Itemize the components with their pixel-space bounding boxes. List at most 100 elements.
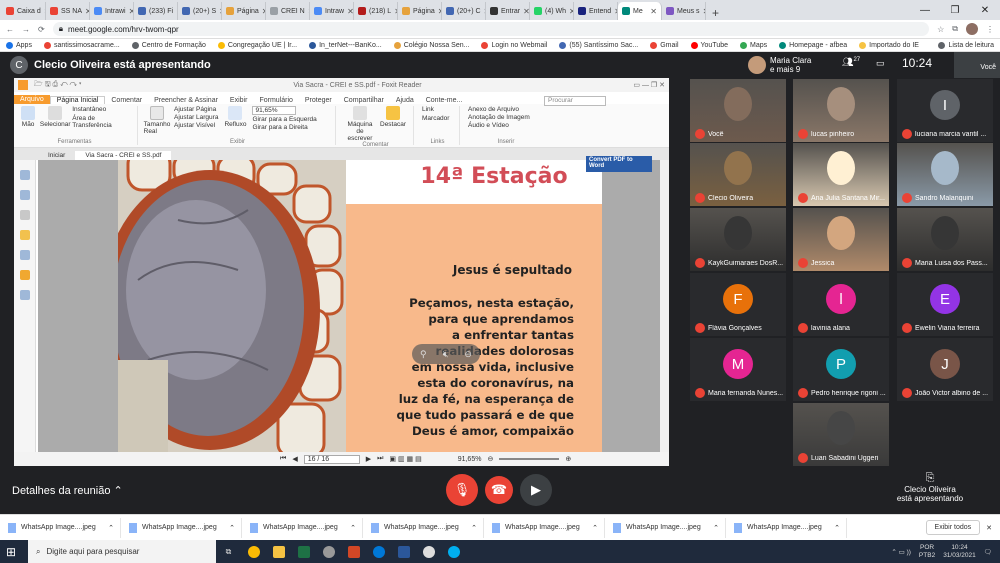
notification-icon[interactable]: 🗨︎ bbox=[984, 548, 992, 556]
presenter-status[interactable]: ⎘ Clecio Oliveira está apresentando bbox=[880, 472, 980, 503]
reload-icon[interactable]: ⟳ bbox=[38, 25, 45, 34]
participant-tile[interactable]: Jessica bbox=[793, 208, 889, 271]
zoom-field[interactable]: 91,65% bbox=[252, 106, 297, 115]
nav-first-icon[interactable]: ⏮ bbox=[280, 455, 286, 463]
pages-panel-icon[interactable] bbox=[19, 190, 30, 200]
chevron-up-icon[interactable]: ⌃ bbox=[471, 524, 477, 532]
app-icon[interactable] bbox=[416, 540, 441, 563]
pdf-doc-tab[interactable]: Via Sacra - CREI e SS.pdf bbox=[75, 151, 172, 160]
pdf-menu-item[interactable]: Exibir bbox=[224, 97, 254, 104]
extension-icon[interactable]: ⧉ bbox=[952, 24, 958, 34]
pdf-menu-item[interactable]: Ajuda bbox=[390, 97, 420, 104]
meeting-details-button[interactable]: Detalhes da reunião ⌃ bbox=[12, 484, 123, 497]
chevron-up-icon[interactable]: ⌃ bbox=[229, 524, 235, 532]
participant-tile[interactable]: Iluciana marcia vantil ... bbox=[897, 79, 993, 142]
participant-tile[interactable]: Clecio Oliveira bbox=[690, 143, 786, 206]
windows-start-icon[interactable]: ⊞ bbox=[6, 545, 20, 559]
pdf-scrollbar[interactable] bbox=[660, 160, 669, 452]
pdf-menu-item[interactable]: Compartilhar bbox=[338, 97, 390, 104]
bookmark-item[interactable]: santissimosacrame... bbox=[43, 41, 120, 49]
participant-tile[interactable]: J João Victor albino de ... bbox=[897, 338, 993, 401]
taskbar-search[interactable]: ⌕ Digite aqui para pesquisar bbox=[28, 540, 216, 563]
pdf-menu-item[interactable]: Página Inicial bbox=[49, 96, 106, 104]
participant-tile[interactable]: Maria Luisa dos Pass... bbox=[897, 208, 993, 271]
mic-toggle-button[interactable]: 🎙︎ bbox=[446, 474, 478, 506]
bookmark-item[interactable]: Congregação UE | Ir... bbox=[217, 41, 297, 49]
forward-icon[interactable]: → bbox=[22, 25, 30, 34]
download-item[interactable]: WhatsApp Image....jpeg ⌃ bbox=[121, 517, 242, 538]
hand-tool[interactable]: Mão bbox=[18, 106, 38, 129]
participant-tile[interactable]: Você bbox=[690, 79, 786, 142]
audio-video-button[interactable]: Áudio e Vídeo bbox=[468, 122, 544, 129]
participant-tile[interactable]: F Flávia Gonçalves bbox=[690, 273, 786, 336]
pdf-menu-item[interactable]: Arquivo bbox=[14, 95, 50, 104]
edge-icon[interactable] bbox=[366, 540, 391, 563]
bookmark-item[interactable]: (55) Santíssimo Sac... bbox=[559, 41, 638, 49]
security-panel-icon[interactable] bbox=[19, 270, 30, 280]
media-icon[interactable] bbox=[316, 540, 341, 563]
chevron-up-icon[interactable]: ⌃ bbox=[350, 524, 356, 532]
profile-avatar[interactable] bbox=[966, 23, 978, 35]
chevron-up-icon[interactable]: ⌃ bbox=[108, 524, 114, 532]
zoom-slider[interactable] bbox=[499, 458, 560, 460]
close-icon[interactable]: ✕ bbox=[970, 0, 1000, 20]
task-view-icon[interactable]: ⧉ bbox=[216, 540, 241, 563]
download-item[interactable]: WhatsApp Image....jpeg ⌃ bbox=[242, 517, 363, 538]
minus-icon[interactable]: ⊖ bbox=[464, 349, 472, 360]
typewriter-button[interactable]: Máquina de escrever bbox=[344, 106, 376, 142]
bookmark-item[interactable]: Apps bbox=[6, 41, 32, 49]
rotate-right-button[interactable]: Girar para a Direita bbox=[252, 124, 316, 131]
bookmark-item[interactable]: Gmail bbox=[650, 41, 679, 49]
nav-prev-icon[interactable]: ◀ bbox=[292, 455, 297, 463]
zoom-out-icon[interactable]: ⊖ bbox=[487, 455, 493, 463]
participant-tile[interactable]: lucas pinheiro bbox=[793, 79, 889, 142]
view-mode-icons[interactable]: ▣ ▥ ▦ ▤ bbox=[389, 455, 421, 463]
tray-icons[interactable]: ⌃ ▭ )) bbox=[891, 548, 911, 556]
highlight-button[interactable]: Destacar bbox=[380, 106, 406, 142]
nav-last-icon[interactable]: ⏭ bbox=[377, 455, 383, 463]
participant-tile[interactable]: KaykGuimaraes DosR... bbox=[690, 208, 786, 271]
reflow-button[interactable]: Refluxo bbox=[224, 106, 246, 135]
download-item[interactable]: WhatsApp Image....jpeg ⌃ bbox=[0, 517, 121, 538]
participant-tile[interactable]: Ana Julia Santana Mir... bbox=[793, 143, 889, 206]
people-button[interactable]: 👥︎27 bbox=[842, 57, 860, 68]
menu-icon[interactable]: ⋮ bbox=[986, 25, 994, 34]
bookmark-item[interactable]: Centro de Formação bbox=[131, 41, 206, 49]
attach-file-button[interactable]: Anexo de Arquivo bbox=[468, 106, 544, 113]
rotate-left-button[interactable]: Girar para a Esquerda bbox=[252, 116, 316, 123]
layers-panel-icon[interactable] bbox=[19, 210, 30, 220]
lang-indicator[interactable]: POR bbox=[919, 544, 935, 552]
pdf-doc-tab[interactable]: Iniciar bbox=[38, 151, 75, 160]
signature-panel-icon[interactable] bbox=[19, 290, 30, 300]
chevron-up-icon[interactable]: ⌃ bbox=[713, 524, 719, 532]
bookmark-item[interactable]: Maps bbox=[740, 41, 767, 49]
pdf-document-view[interactable]: 14ª Estação Jesus é sepultado Peçamos, n… bbox=[38, 160, 660, 452]
bookmark-item[interactable]: Importado do IE bbox=[859, 41, 919, 49]
clipboard-tool[interactable]: Área de Transferência bbox=[72, 115, 131, 129]
link-button[interactable]: Link bbox=[422, 106, 453, 113]
word-icon[interactable] bbox=[391, 540, 416, 563]
download-item[interactable]: WhatsApp Image....jpeg ⌃ bbox=[726, 517, 847, 538]
powerpoint-icon[interactable] bbox=[341, 540, 366, 563]
snapshot-tool[interactable]: Instantâneo bbox=[72, 106, 131, 113]
bookmark-item[interactable]: Lista de leitura bbox=[938, 41, 994, 49]
download-item[interactable]: WhatsApp Image....jpeg ⌃ bbox=[605, 517, 726, 538]
attachments-panel-icon[interactable] bbox=[19, 250, 30, 260]
page-number-field[interactable]: 16 / 16 bbox=[303, 454, 360, 464]
chrome-icon[interactable] bbox=[241, 540, 266, 563]
comments-panel-icon[interactable] bbox=[19, 230, 30, 240]
close-downloads-icon[interactable]: ✕ bbox=[986, 524, 992, 532]
zoom-in-icon[interactable]: ⊕ bbox=[565, 455, 571, 463]
download-item[interactable]: WhatsApp Image....jpeg ⌃ bbox=[363, 517, 484, 538]
excel-icon[interactable] bbox=[291, 540, 316, 563]
fit-visible-button[interactable]: Ajustar Visível bbox=[174, 122, 218, 129]
pdf-search-input[interactable]: Procurar bbox=[544, 96, 606, 106]
bookmark-item[interactable]: YouTube bbox=[690, 41, 728, 49]
bookmark-item[interactable]: Homepage - afbea bbox=[779, 41, 847, 49]
maximize-icon[interactable]: ❐ bbox=[940, 0, 970, 20]
participant-tile[interactable]: E Ewelin Viana ferreira bbox=[897, 273, 993, 336]
participant-tile[interactable]: l lavinia alana bbox=[793, 273, 889, 336]
star-icon[interactable]: ☆ bbox=[937, 25, 944, 34]
participant-tile[interactable]: Sandro Malanquini bbox=[897, 143, 993, 206]
actual-size-button[interactable]: Tamanho Real bbox=[144, 106, 170, 135]
